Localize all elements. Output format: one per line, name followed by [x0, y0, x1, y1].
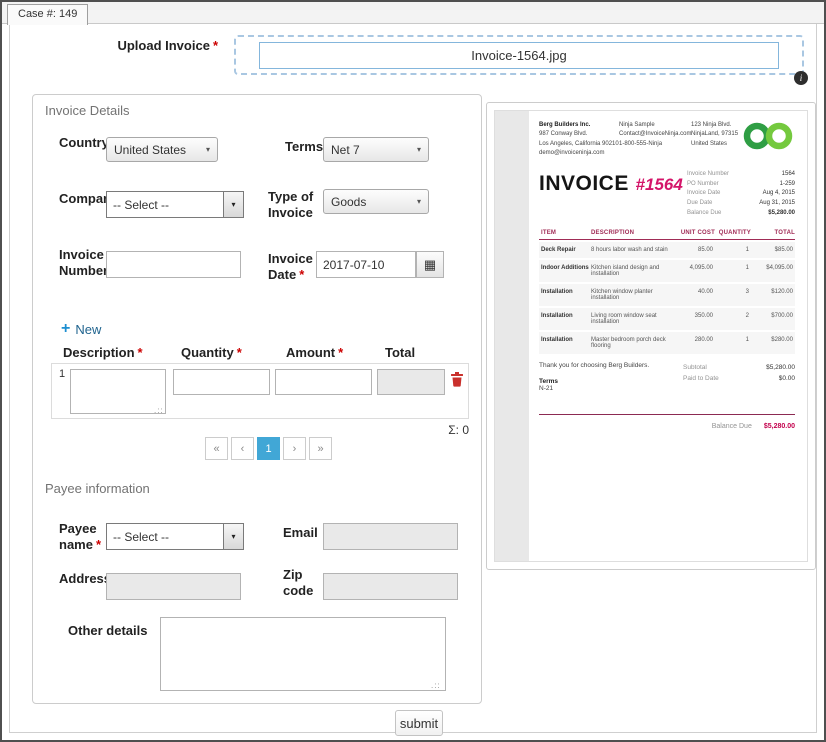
country-select[interactable]: United States ▾ [106, 137, 218, 162]
type-of-invoice-label: Type of Invoice [268, 189, 330, 222]
invoice-notes: Thank you for choosing Berg Builders. Te… [539, 362, 649, 392]
invoice-preview-image: Berg Builders Inc. 987 Conway Blvd. Los … [494, 110, 808, 562]
resize-handle[interactable]: .:: [154, 406, 164, 415]
grid-header-amount: Amount* [286, 345, 343, 360]
section-title-payee: Payee information [45, 481, 150, 496]
chevron-down-icon: ▾ [206, 145, 210, 154]
other-details-label: Other details [68, 623, 158, 639]
grid-pagination: « ‹ 1 › » [205, 437, 332, 460]
country-label: Country* [59, 135, 109, 151]
row-index: 1 [59, 368, 65, 380]
invoice-contact-block: Ninja Sample Contact@InvoiceNinja.com 1-… [619, 121, 691, 158]
description-textarea[interactable] [70, 369, 166, 414]
tab-bar [2, 2, 824, 24]
invoice-table-row: Indoor Additions Kitchen island design a… [539, 260, 795, 282]
pagination-last[interactable]: » [309, 437, 332, 460]
info-icon[interactable]: i [794, 71, 808, 85]
pagination-first[interactable]: « [205, 437, 228, 460]
other-details-textarea[interactable] [160, 617, 446, 691]
total-field [377, 369, 445, 395]
invoice-details-panel: Invoice Details Country* United States ▾… [32, 94, 482, 704]
terms-select[interactable]: Net 7 ▾ [323, 137, 429, 162]
upload-dropzone: Invoice-1564.jpg [234, 35, 804, 75]
company-logo-icon [743, 121, 795, 158]
grid-header-description: Description* [63, 345, 143, 360]
invoice-table-row: Deck Repair 8 hours labor wash and stain… [539, 242, 795, 258]
payee-name-label: Payee name* [59, 521, 111, 554]
resize-handle[interactable]: .:: [431, 681, 441, 690]
quantity-input[interactable] [173, 369, 270, 395]
zip-code-label: Zip code [283, 567, 323, 600]
case-form-window: Case #: 149 Upload Invoice* Invoice-1564… [0, 0, 826, 742]
chevron-down-icon: ▾ [223, 192, 243, 217]
company-select[interactable]: -- Select -- ▾ [106, 191, 244, 218]
chevron-down-icon: ▾ [417, 145, 421, 154]
address-label: Address [59, 571, 111, 587]
plus-icon: + [61, 321, 70, 337]
invoice-table-row: Installation Kitchen window planter inst… [539, 284, 795, 306]
invoice-balance-row: Balance Due $5,280.00 [539, 423, 795, 430]
pagination-page-1[interactable]: 1 [257, 437, 280, 460]
invoice-divider [539, 414, 795, 415]
uploaded-file-button[interactable]: Invoice-1564.jpg [259, 42, 779, 69]
invoice-number-input[interactable] [106, 251, 241, 278]
invoice-preview-panel: Berg Builders Inc. 987 Conway Blvd. Los … [486, 102, 816, 570]
items-grid-row: 1 .:: [51, 363, 469, 419]
calendar-button[interactable]: ▦ [416, 251, 444, 278]
invoice-table-row: Installation Living room window seat ins… [539, 308, 795, 330]
invoice-left-band [495, 111, 529, 561]
grid-sum: Σ: 0 [381, 423, 469, 437]
payee-name-select[interactable]: -- Select -- ▾ [106, 523, 244, 550]
delete-row-button[interactable] [450, 371, 464, 392]
trash-icon [450, 371, 464, 387]
invoice-company-block: Berg Builders Inc. 987 Conway Blvd. Los … [539, 121, 619, 158]
address-field [106, 573, 241, 600]
company-label: Company* [59, 191, 111, 207]
invoice-date-input[interactable] [316, 251, 416, 278]
chevron-down-icon: ▾ [417, 197, 421, 206]
upload-invoice-label: Upload Invoice* [62, 38, 218, 53]
calendar-icon: ▦ [424, 257, 436, 273]
invoice-client-block: 123 Ninja Blvd. NinjaLand, 97315 United … [691, 121, 743, 158]
add-row-link[interactable]: + New [61, 321, 101, 337]
invoice-number-label: Invoice Number* [59, 247, 111, 280]
pagination-next[interactable]: › [283, 437, 306, 460]
submit-button[interactable]: submit [395, 710, 443, 736]
invoice-table-row: Installation Master bedroom porch deck f… [539, 332, 795, 354]
section-title-invoice-details: Invoice Details [45, 103, 130, 118]
invoice-header: Berg Builders Inc. 987 Conway Blvd. Los … [539, 121, 795, 158]
email-field [323, 523, 458, 550]
pagination-prev[interactable]: ‹ [231, 437, 254, 460]
zip-code-field [323, 573, 458, 600]
invoice-meta: Invoice Number1564 PO Number1-259 Invoic… [687, 170, 795, 218]
invoice-table-header: ITEM DESCRIPTION UNIT COST QUANTITY TOTA… [539, 230, 795, 240]
grid-header-total: Total [385, 345, 415, 360]
type-of-invoice-select[interactable]: Goods ▾ [323, 189, 429, 214]
amount-input[interactable] [275, 369, 372, 395]
case-tab[interactable]: Case #: 149 [7, 4, 88, 25]
invoice-subtotals: Subtotal$5,280.00 Paid to Date$0.00 [683, 362, 795, 392]
invoice-date-label: Invoice Date* [268, 251, 323, 284]
grid-header-quantity: Quantity* [181, 345, 242, 360]
chevron-down-icon: ▾ [223, 524, 243, 549]
invoice-title: INVOICE #1564 [539, 172, 683, 196]
